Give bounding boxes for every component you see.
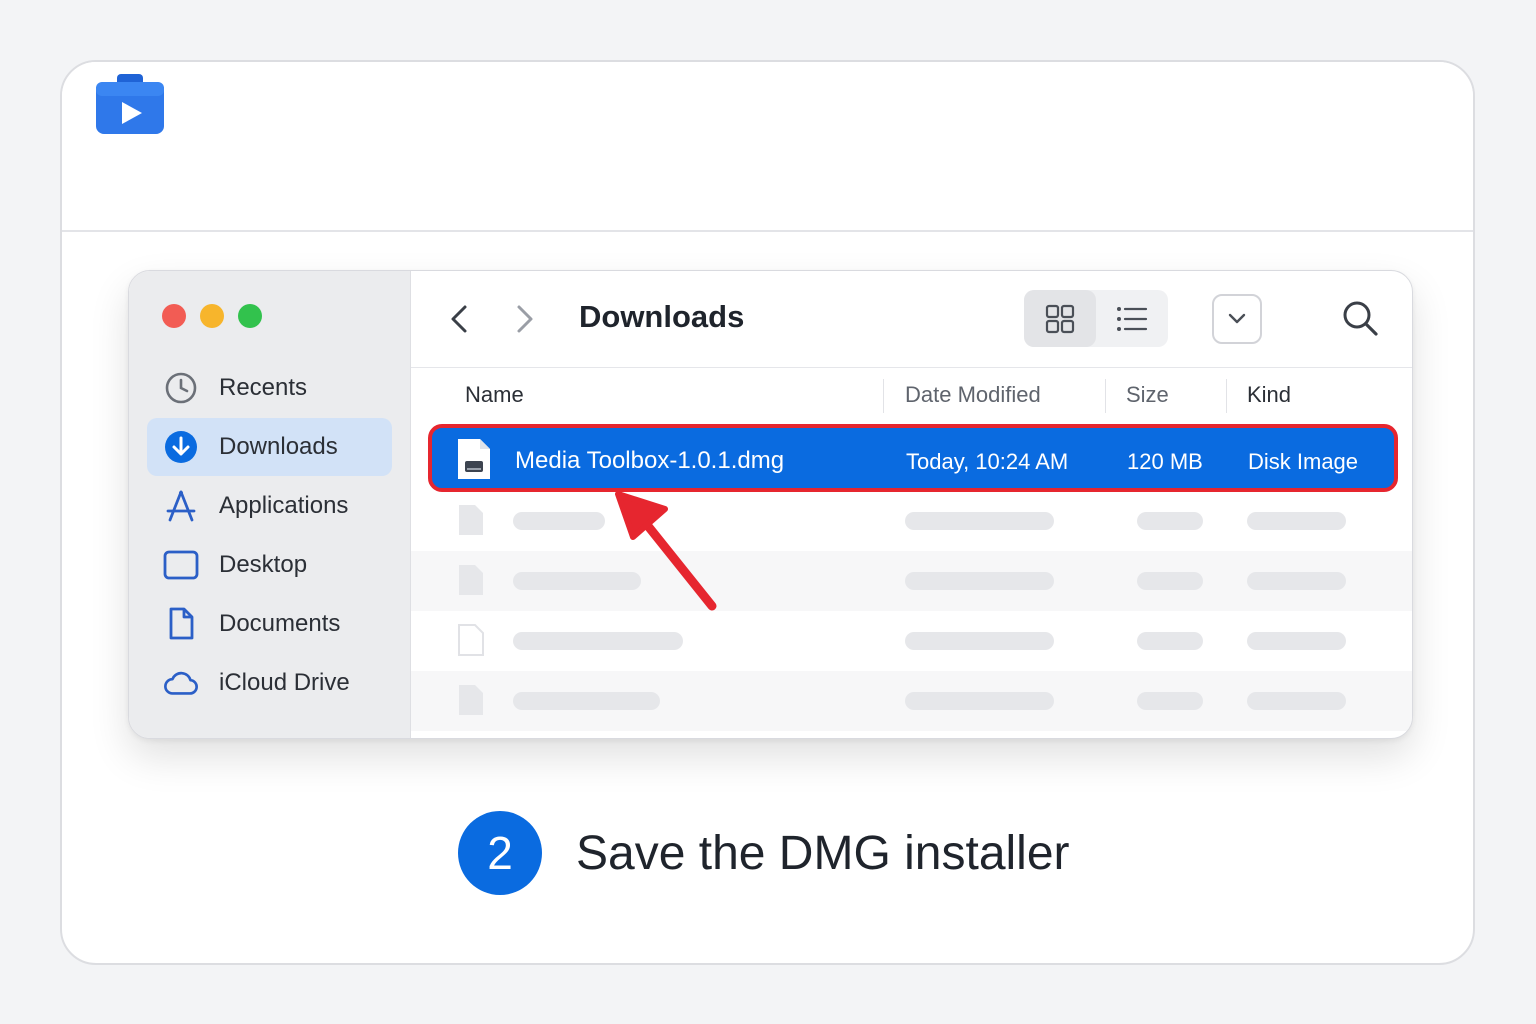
placeholder-bar	[1247, 632, 1346, 650]
column-header-kind[interactable]: Kind	[1247, 382, 1291, 408]
column-divider	[1226, 379, 1227, 413]
column-header-size[interactable]: Size	[1126, 382, 1169, 408]
sidebar-item-label: Documents	[219, 610, 341, 637]
sidebar-item-label: Recents	[219, 374, 308, 401]
finder-toolbar: Downloads	[411, 271, 1412, 368]
download-circle-icon	[163, 429, 199, 465]
placeholder-bar	[513, 512, 605, 530]
placeholder-bar	[905, 692, 1054, 710]
placeholder-bar	[1137, 572, 1203, 590]
sidebar-item-label: Applications	[219, 492, 349, 519]
desktop-icon	[163, 547, 199, 583]
placeholder-row	[411, 491, 1412, 551]
file-icon	[459, 685, 483, 715]
search-icon[interactable]	[1341, 299, 1379, 337]
disk-image-icon	[458, 439, 490, 479]
selected-file-row[interactable]: Media Toolbox-1.0.1.dmg Today, 10:24 AM …	[428, 424, 1398, 492]
column-header-date[interactable]: Date Modified	[905, 382, 1041, 408]
placeholder-bar	[905, 572, 1054, 590]
sidebar-item-applications[interactable]: Applications	[147, 477, 392, 535]
forward-button[interactable]	[509, 301, 539, 337]
app-logo-icon	[96, 74, 164, 134]
placeholder-row	[411, 671, 1412, 731]
window-title: Downloads	[579, 299, 745, 334]
column-header-name[interactable]: Name	[465, 382, 524, 408]
zoom-window-button[interactable]	[238, 304, 262, 328]
applications-icon	[163, 488, 199, 524]
step-caption: Save the DMG installer	[576, 827, 1070, 880]
view-toggle	[1024, 290, 1168, 347]
placeholder-bar	[513, 692, 660, 710]
column-divider	[1105, 379, 1106, 413]
file-kind: Disk Image	[1248, 449, 1359, 474]
file-size: 120 MB	[1127, 449, 1203, 474]
placeholder-row	[411, 551, 1412, 611]
file-icon	[459, 565, 483, 595]
finder-main: Downloads Name Date Modified Size Kind M…	[411, 271, 1412, 738]
column-divider	[883, 379, 884, 413]
step-number-badge: 2	[458, 811, 542, 895]
finder-sidebar: Recents Downloads Applications Desktop D…	[129, 271, 411, 738]
sidebar-item-desktop[interactable]: Desktop	[147, 536, 392, 594]
file-name: Media Toolbox-1.0.1.dmg	[515, 447, 785, 474]
icon-view-button[interactable]	[1024, 290, 1096, 347]
grid-icon	[1045, 304, 1075, 333]
sidebar-item-documents[interactable]: Documents	[147, 595, 392, 653]
placeholder-bar	[905, 632, 1054, 650]
placeholder-bar	[1137, 512, 1203, 530]
back-button[interactable]	[445, 301, 475, 337]
close-window-button[interactable]	[162, 304, 186, 328]
card-header	[62, 62, 1473, 232]
placeholder-bar	[1247, 692, 1346, 710]
sidebar-item-downloads[interactable]: Downloads	[147, 418, 392, 476]
cloud-icon	[163, 665, 199, 701]
file-icon	[459, 505, 483, 535]
placeholder-bar	[1247, 512, 1346, 530]
file-icon	[458, 624, 484, 656]
placeholder-bar	[513, 572, 641, 590]
placeholder-bar	[1137, 632, 1203, 650]
document-icon	[163, 606, 199, 642]
placeholder-bar	[1137, 692, 1203, 710]
list-icon	[1117, 306, 1148, 331]
file-date: Today, 10:24 AM	[906, 449, 1069, 474]
clock-icon	[163, 370, 199, 406]
sort-dropdown-button[interactable]	[1212, 294, 1262, 344]
placeholder-row	[411, 611, 1412, 671]
placeholder-bar	[905, 512, 1054, 530]
finder-window: Recents Downloads Applications Desktop D…	[128, 270, 1413, 739]
chevron-down-icon	[1228, 313, 1246, 324]
list-view-button[interactable]	[1096, 290, 1168, 347]
sidebar-item-recents[interactable]: Recents	[147, 359, 392, 417]
placeholder-bar	[513, 632, 683, 650]
placeholder-bar	[1247, 572, 1346, 590]
sidebar-item-icloud-drive[interactable]: iCloud Drive	[147, 654, 392, 712]
sidebar-item-label: iCloud Drive	[219, 669, 350, 696]
sidebar-item-label: Desktop	[219, 551, 308, 578]
sidebar-item-label: Downloads	[219, 433, 338, 460]
minimize-window-button[interactable]	[200, 304, 224, 328]
